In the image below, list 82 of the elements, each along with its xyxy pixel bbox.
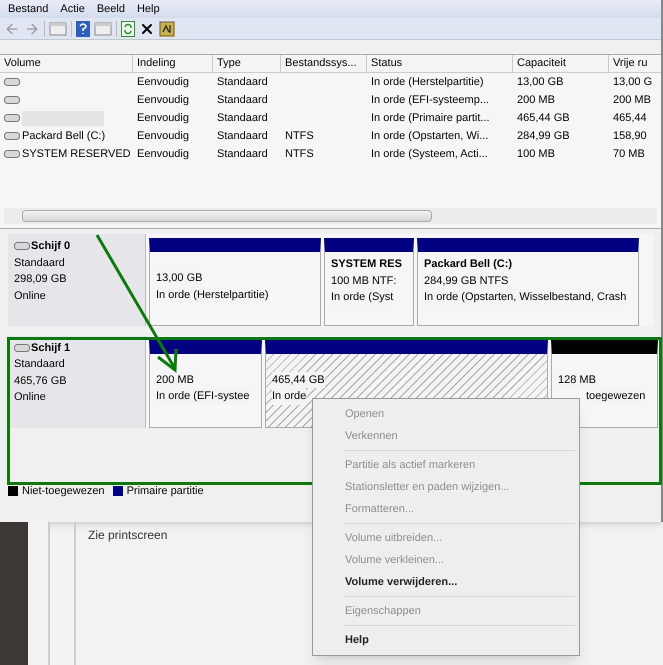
- scrollbar-thumb[interactable]: [22, 210, 432, 222]
- table-cell-text: 158,90: [613, 128, 647, 144]
- menu-item[interactable]: Help: [313, 629, 579, 651]
- partition-status: In orde (Opstarten, Wisselbestand, Crash: [424, 289, 626, 306]
- legend-label: Niet-toegewezen: [22, 484, 105, 498]
- column-header[interactable]: Bestandssys...: [281, 55, 367, 72]
- disk-size: 298,09 GB: [14, 272, 68, 287]
- table-cell-text: In orde (Primaire partit...: [371, 110, 490, 126]
- partition-size: 100 MB NTF:: [331, 272, 396, 289]
- properties-icon[interactable]: [159, 20, 175, 36]
- menu-item[interactable]: Volume verwijderen...: [313, 571, 579, 593]
- partition-block[interactable]: 128 MB toegewezen: [551, 340, 658, 428]
- partition-block[interactable]: SYSTEM RES 100 MB NTF: In orde (Syst: [324, 238, 414, 326]
- disk-type: Standaard: [14, 256, 66, 270]
- table-cell-text: 100 MB: [517, 146, 555, 162]
- table-cell-text: 200 MB: [613, 92, 651, 108]
- column-header[interactable]: Status: [367, 55, 513, 72]
- partition-title: SYSTEM RES: [331, 257, 403, 272]
- table-cell-text: Packard Bell (C:): [22, 128, 106, 144]
- disk-state: Online: [14, 390, 47, 406]
- partition-status: In orde (EFI-systee: [156, 388, 250, 405]
- menu-item[interactable]: Beeld: [96, 0, 125, 18]
- disk-state: Online: [14, 288, 47, 304]
- table-cell-text: 13,00 GB: [517, 74, 564, 90]
- table-cell-text: Standaard: [217, 110, 268, 126]
- table-cell-text: 284,99 GB: [517, 128, 570, 144]
- menu-item[interactable]: Actie: [60, 0, 85, 18]
- table-cell-text: 70 MB: [613, 146, 645, 162]
- partition-block[interactable]: 13,00 GB In orde (Herstelpartitie): [149, 238, 321, 326]
- table-cell-text: Eenvoudig: [137, 74, 189, 90]
- partition-size: 13,00 GB: [156, 270, 202, 286]
- partition-size: 465,44 GB: [272, 372, 325, 388]
- table-cell-text: Standaard: [217, 128, 268, 144]
- disk-size: 465,76 GB: [14, 374, 68, 389]
- partition-block[interactable]: Packard Bell (C:) 284,99 GB NTFS In orde (Opstarten, Wisselbestand, Crash: [417, 238, 639, 326]
- table-cell-text: In orde (Systeem, Acti...: [371, 146, 488, 162]
- column-header[interactable]: Capaciteit: [513, 55, 609, 72]
- menu-item[interactable]: Bestand: [8, 0, 48, 18]
- partition-status: In orde (Syst: [331, 289, 394, 306]
- table-cell-text: 465,44 GB: [517, 110, 570, 126]
- table-cell-text: NTFS: [285, 146, 314, 162]
- disk-label-panel[interactable]: Schijf 0 Standaard 298,09 GB Online: [8, 234, 146, 326]
- table-cell-text: In orde (Herstelpartitie): [371, 74, 484, 90]
- disk-type: Standaard: [14, 357, 66, 372]
- panel-icon: [94, 20, 112, 36]
- table-cell-text: In orde (Opstarten, Wi...: [371, 128, 488, 144]
- partition-size: 128 MB: [558, 372, 596, 388]
- partition-status: toegewezen: [586, 388, 646, 405]
- disk-label-panel[interactable]: Schijf 1 Standaard 465,76 GB Online: [8, 336, 146, 428]
- table-cell-text: 465,44: [613, 110, 647, 126]
- legend-label: Primaire partitie: [126, 484, 204, 498]
- table-cell-text: Standaard: [217, 74, 268, 90]
- partition-block[interactable]: 200 MB In orde (EFI-systee: [149, 340, 262, 428]
- column-header[interactable]: Indeling: [133, 55, 213, 72]
- table-cell-text: Eenvoudig: [137, 92, 189, 108]
- table-cell-text: Eenvoudig: [137, 110, 189, 126]
- table-cell-text: Standaard: [217, 92, 268, 108]
- disk-name: Schijf 0: [31, 239, 70, 254]
- table-cell-text: Eenvoudig: [137, 146, 189, 162]
- table-cell-text: Eenvoudig: [137, 128, 189, 144]
- partition-title: Packard Bell (C:): [424, 257, 514, 272]
- column-header[interactable]: Vrije ru: [609, 55, 663, 72]
- menu-item[interactable]: Help: [136, 0, 160, 18]
- panel-icon: [49, 20, 67, 36]
- table-cell-text: NTFS: [285, 128, 314, 144]
- refresh-document-icon[interactable]: [121, 20, 135, 36]
- partition-status: In orde: [272, 388, 306, 405]
- table-cell-text: SYSTEM RESERVED: [22, 146, 131, 162]
- horizontal-scrollbar[interactable]: [4, 208, 657, 224]
- partition-size: 200 MB: [156, 372, 194, 388]
- help-icon[interactable]: [76, 20, 90, 36]
- forward-arrow-icon[interactable]: [24, 20, 40, 36]
- document-text: Zie printscreen: [88, 528, 168, 542]
- table-cell-text: 200 MB: [517, 92, 555, 108]
- partition-size: 284,99 GB NTFS: [424, 272, 508, 289]
- disk-name: Schijf 1: [31, 340, 70, 356]
- table-cell-text: In orde (EFI-systeemp...: [371, 92, 489, 108]
- partition-status: In orde (Herstelpartitie): [156, 286, 268, 303]
- table-cell-text: 13,00 G: [613, 74, 652, 90]
- column-header[interactable]: Type: [213, 55, 281, 72]
- column-header[interactable]: Volume: [0, 55, 133, 72]
- table-cell-text: Standaard: [217, 146, 268, 162]
